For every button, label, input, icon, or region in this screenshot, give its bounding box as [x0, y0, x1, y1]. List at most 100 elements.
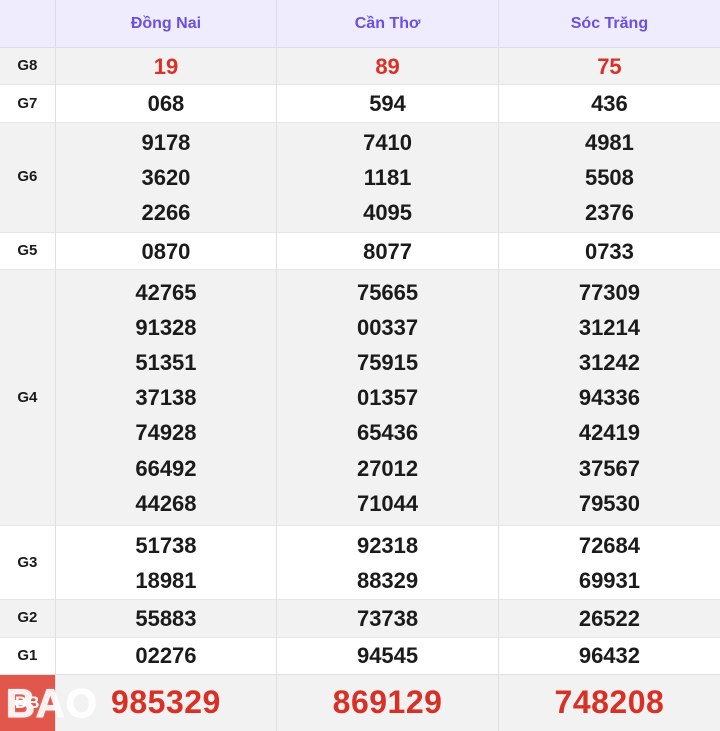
special-prize-badge-label: ĐB: [15, 693, 40, 712]
prize-number: 96432: [578, 643, 641, 669]
row-label-g8: G8: [0, 46, 56, 85]
table-row: G6 9178 3620 2266 7410 1181 4095 4981 5508 237…: [0, 121, 720, 233]
table-row: G1 02276 94545 96432: [0, 636, 720, 675]
number-stack: 51738 18981: [56, 528, 277, 598]
prize-number: 27012: [356, 455, 419, 481]
prize-number: 1181: [363, 164, 412, 190]
prize-number: 2266: [141, 200, 191, 226]
prize-number: 4095: [363, 200, 413, 226]
row-label-g1: G1: [0, 636, 56, 675]
prize-number: 5508: [584, 164, 634, 190]
prize-number: 2376: [584, 200, 634, 226]
prize-cell-g7-col3: 436: [498, 84, 720, 123]
number-stack: 77309 31214 31242 94336 42419 37567 79530: [499, 275, 720, 521]
prize-number: 75: [597, 53, 622, 79]
row-label-g7: G7: [0, 84, 56, 123]
prize-number: 89: [375, 53, 400, 79]
prize-cell-g4-col3: 77309 31214 31242 94336 42419 37567 79530: [498, 269, 720, 526]
prize-number: 75665: [356, 279, 419, 305]
row-label-g4: G4: [0, 269, 56, 526]
prize-cell-g1-col2: 94545: [276, 636, 499, 675]
number-stack: 748208: [499, 677, 720, 728]
prize-number: 42765: [135, 279, 197, 305]
table-row-special-prize: ĐB 985329 869129 748208: [0, 674, 720, 731]
table-body: G8 19 89 75 G7 068 594 436 G6 9178 3620 …: [0, 46, 720, 731]
prize-number: 71044: [356, 490, 419, 516]
prize-number: 73738: [356, 605, 419, 631]
prize-cell-g4-col1: 42765 91328 51351 37138 74928 66492 44268: [55, 269, 278, 526]
prize-cell-g3-col1: 51738 18981: [55, 525, 278, 600]
header-corner-cell: [0, 0, 56, 48]
prize-number: 37567: [578, 455, 641, 481]
prize-number: 31242: [578, 350, 641, 376]
prize-number: 51351: [135, 350, 197, 376]
number-stack: 7410 1181 4095: [277, 125, 498, 231]
number-stack: 8077: [277, 234, 498, 269]
prize-cell-g7-col2: 594: [276, 84, 499, 123]
prize-cell-g6-col2: 7410 1181 4095: [276, 121, 499, 233]
prize-cell-g7-col1: 068: [55, 84, 278, 123]
prize-cell-g6-col1: 9178 3620 2266: [55, 121, 278, 233]
column-header-province-2: Cần Thơ: [276, 0, 499, 48]
prize-cell-g3-col3: 72684 69931: [498, 525, 720, 600]
number-stack: 72684 69931: [499, 528, 720, 598]
prize-cell-g1-col3: 96432: [498, 636, 720, 675]
prize-number: 77309: [578, 279, 641, 305]
table-row: G5 0870 8077 0733: [0, 232, 720, 270]
table-header: Đồng Nai Cần Thơ Sóc Trăng: [0, 0, 720, 48]
number-stack: 19: [56, 49, 277, 84]
prize-number: 18981: [135, 567, 197, 593]
number-stack: 02276: [56, 638, 277, 673]
prize-number: 7410: [363, 129, 413, 155]
number-stack: 75665 00337 75915 01357 65436 27012 71044: [277, 275, 498, 521]
prize-number: 869129: [332, 684, 443, 721]
prize-number: 3620: [141, 164, 191, 190]
prize-number: 0870: [141, 238, 191, 264]
table-row: G2 55883 73738 26522: [0, 599, 720, 638]
number-stack: 42765 91328 51351 37138 74928 66492 44268: [56, 275, 277, 521]
prize-number: 4981: [584, 129, 634, 155]
prize-number: 436: [591, 91, 628, 117]
row-label-db-badge: ĐB: [0, 674, 56, 731]
number-stack: 869129: [277, 677, 498, 728]
prize-cell-g5-col2: 8077: [276, 232, 499, 270]
prize-cell-g5-col1: 0870: [55, 232, 278, 270]
prize-number: 01357: [356, 385, 419, 411]
prize-number: 0733: [584, 238, 634, 264]
column-header-province-3: Sóc Trăng: [498, 0, 720, 48]
number-stack: 92318 88329: [277, 528, 498, 598]
table-row: G3 51738 18981 92318 88329 72684 69931: [0, 525, 720, 600]
row-label-g2: G2: [0, 599, 56, 638]
prize-cell-g8-col2: 89: [276, 46, 499, 85]
prize-number: 69931: [578, 567, 641, 593]
prize-number: 068: [147, 91, 185, 117]
prize-number: 37138: [135, 385, 197, 411]
prize-cell-db-col3: 748208: [498, 674, 720, 731]
prize-number: 94545: [356, 643, 419, 669]
prize-cell-g8-col1: 19: [55, 46, 278, 85]
row-label-g3: G3: [0, 525, 56, 600]
prize-number: 72684: [578, 532, 641, 558]
prize-number: 26522: [578, 605, 641, 631]
table-row: G7 068 594 436: [0, 84, 720, 123]
prize-number: 92318: [356, 532, 419, 558]
prize-number: 75915: [356, 350, 419, 376]
prize-cell-db-col2: 869129: [276, 674, 499, 731]
prize-number: 42419: [578, 420, 641, 446]
prize-number: 55883: [135, 605, 197, 631]
number-stack: 89: [277, 49, 498, 84]
number-stack: 594: [277, 86, 498, 121]
row-label-g5: G5: [0, 232, 56, 270]
prize-cell-g1-col1: 02276: [55, 636, 278, 675]
number-stack: 75: [499, 49, 720, 84]
number-stack: 0870: [56, 234, 277, 269]
number-stack: 0733: [499, 234, 720, 269]
number-stack: 4981 5508 2376: [499, 125, 720, 231]
number-stack: 436: [499, 86, 720, 121]
prize-number: 594: [369, 91, 406, 117]
prize-number: 79530: [578, 490, 641, 516]
prize-cell-g3-col2: 92318 88329: [276, 525, 499, 600]
prize-cell-g5-col3: 0733: [498, 232, 720, 270]
prize-number: 88329: [356, 567, 419, 593]
number-stack: 73738: [277, 601, 498, 636]
